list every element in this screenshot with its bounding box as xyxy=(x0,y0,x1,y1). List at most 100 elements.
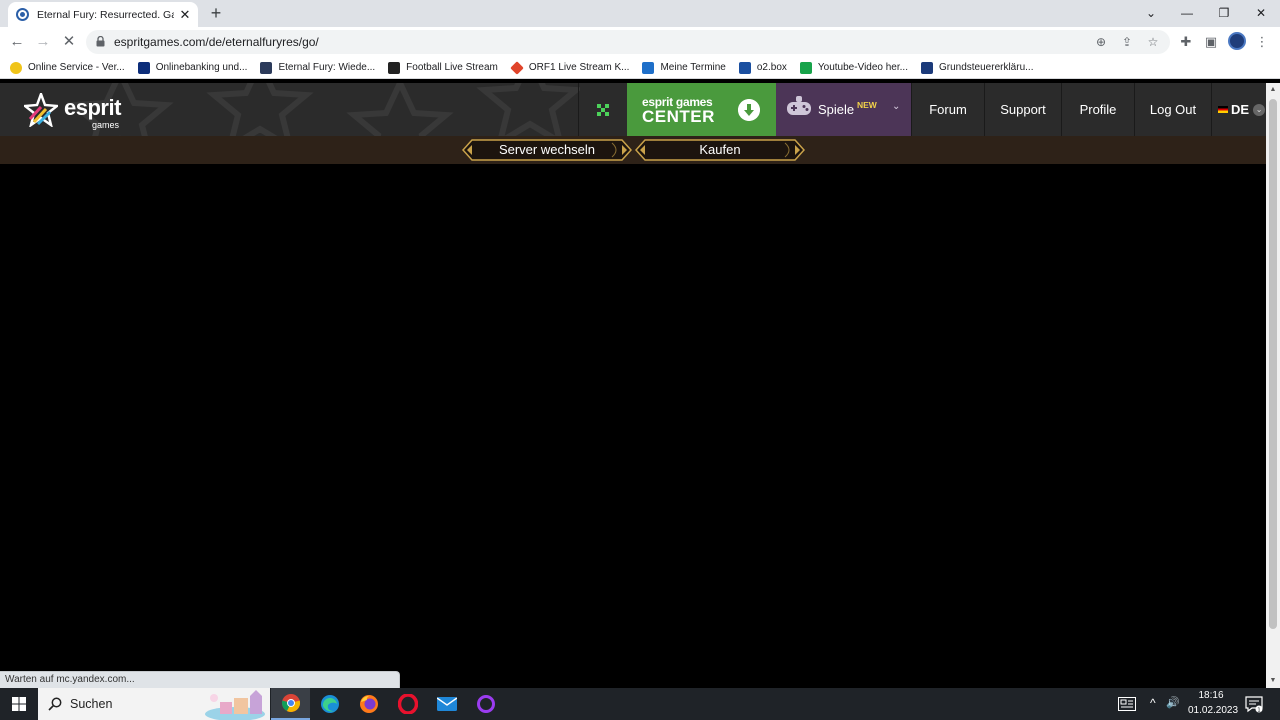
bookmark-label: o2.box xyxy=(756,62,787,73)
close-window-button[interactable]: ✕ xyxy=(1244,2,1278,24)
profile-avatar[interactable] xyxy=(1228,32,1246,50)
tab-close-icon[interactable]: ✕ xyxy=(178,7,192,23)
bookmark-star-icon[interactable]: ☆ xyxy=(1144,33,1162,51)
chevron-down-icon: ⌄ xyxy=(1253,103,1266,116)
bookmark-label: Youtube-Video her... xyxy=(817,62,908,73)
circle-app-icon xyxy=(476,695,495,713)
bookmark-label: Eternal Fury: Wiede... xyxy=(278,62,376,73)
url-text[interactable]: espritgames.com/de/eternalfuryres/go/ xyxy=(114,35,319,49)
nav-support[interactable]: Support xyxy=(984,83,1061,136)
site-header: esprit games esprit games CENTER Spiele … xyxy=(0,83,1266,136)
edge-icon xyxy=(320,695,339,713)
taskbar-search[interactable]: Suchen xyxy=(38,688,270,720)
bookmark-favicon-icon xyxy=(510,60,524,75)
fullscreen-icon xyxy=(597,103,609,116)
extensions-icon[interactable]: ✚ xyxy=(1176,32,1196,52)
chevron-down-icon: ⌄ xyxy=(892,101,901,112)
bookmarks-bar: Online Service - Ver... Onlinebanking un… xyxy=(0,57,1280,79)
taskbar-cortana[interactable] xyxy=(466,688,505,720)
maximize-button[interactable]: ❐ xyxy=(1207,2,1241,24)
german-flag-icon xyxy=(1218,106,1228,113)
bookmark-favicon-icon xyxy=(260,61,273,74)
bookmark-label: Online Service - Ver... xyxy=(28,62,125,73)
bookmark-item[interactable]: o2.box xyxy=(738,61,787,74)
tray-overflow-chevron-icon[interactable]: ^ xyxy=(1150,696,1156,710)
chrome-icon xyxy=(281,694,300,712)
fullscreen-button[interactable] xyxy=(578,83,627,136)
zoom-icon[interactable]: ⊕ xyxy=(1092,33,1110,51)
bookmark-item[interactable]: Online Service - Ver... xyxy=(10,61,125,74)
game-subbar: Server wechseln Kaufen xyxy=(0,136,1266,164)
taskbar-firefox[interactable] xyxy=(349,688,388,720)
taskbar-mail[interactable] xyxy=(427,688,466,720)
esprit-games-center-button[interactable]: esprit games CENTER xyxy=(627,83,776,136)
minimize-button[interactable]: — xyxy=(1170,2,1204,24)
download-icon xyxy=(738,99,760,121)
bookmark-favicon-icon xyxy=(738,61,751,74)
bookmark-favicon-icon xyxy=(137,61,150,74)
games-menu-button[interactable]: Spiele NEW ⌄ xyxy=(776,83,911,136)
new-tab-button[interactable]: + xyxy=(205,3,227,25)
bookmark-item[interactable]: ORF1 Live Stream K... xyxy=(510,60,629,75)
taskbar-chrome[interactable] xyxy=(271,688,310,720)
change-server-button[interactable]: Server wechseln xyxy=(462,139,632,161)
bookmark-item[interactable]: Football Live Stream xyxy=(388,61,498,74)
bookmark-item[interactable]: Meine Termine xyxy=(642,61,726,74)
new-badge: NEW xyxy=(857,100,877,110)
scrollbar-thumb[interactable] xyxy=(1269,99,1277,629)
start-button[interactable] xyxy=(0,688,38,720)
volume-icon[interactable]: 🔊 xyxy=(1166,696,1180,709)
logo-wordmark: esprit xyxy=(64,95,121,120)
search-highlight-illustration-icon xyxy=(205,690,265,720)
search-label: Suchen xyxy=(70,697,113,711)
stop-loading-button[interactable]: ✕ xyxy=(58,31,80,53)
bookmark-item[interactable]: Eternal Fury: Wiede... xyxy=(260,61,376,74)
bookmark-favicon-icon xyxy=(799,61,812,74)
scroll-up-arrow-icon[interactable]: ▲ xyxy=(1266,83,1280,97)
gamepad-icon xyxy=(787,96,811,115)
bookmark-label: Grundsteuererkläru... xyxy=(938,62,1034,73)
esprit-games-logo[interactable]: esprit games xyxy=(24,91,134,130)
site-favicon-icon xyxy=(16,8,29,21)
browser-tab-strip: Eternal Fury: Resurrected. Game | ✕ + ⌄ … xyxy=(0,0,1280,27)
browser-tab[interactable]: Eternal Fury: Resurrected. Game | ✕ xyxy=(8,2,198,27)
bookmark-item[interactable]: Onlinebanking und... xyxy=(137,61,248,74)
nav-logout[interactable]: Log Out xyxy=(1134,83,1211,136)
scroll-down-arrow-icon[interactable]: ▼ xyxy=(1266,674,1280,688)
games-menu-label: Spiele xyxy=(818,102,855,117)
language-label: DE xyxy=(1231,102,1250,117)
tab-search-button[interactable]: ⌄ xyxy=(1134,2,1168,24)
browser-menu-icon[interactable]: ⋮ xyxy=(1252,32,1272,52)
logo-subtitle: games xyxy=(92,120,120,130)
bookmark-label: Onlinebanking und... xyxy=(155,62,248,73)
clock-date[interactable]: 01.02.2023 xyxy=(1188,705,1238,716)
buy-label: Kaufen xyxy=(699,142,741,157)
keyboard-input-icon[interactable] xyxy=(1118,697,1136,711)
browser-status-bubble: Warten auf mc.yandex.com... xyxy=(0,671,400,688)
forward-button[interactable]: → xyxy=(32,31,54,53)
taskbar-edge[interactable] xyxy=(310,688,349,720)
nav-forum[interactable]: Forum xyxy=(911,83,984,136)
taskbar-opera[interactable] xyxy=(388,688,427,720)
search-icon xyxy=(48,697,62,711)
esprit-star-logo-icon xyxy=(24,93,58,127)
egc-label-bottom: CENTER xyxy=(642,107,715,126)
side-panel-icon[interactable]: ▣ xyxy=(1201,32,1221,52)
bookmark-item[interactable]: Youtube-Video her... xyxy=(799,61,908,74)
bookmark-favicon-icon xyxy=(920,61,933,74)
game-canvas[interactable] xyxy=(0,164,1266,688)
lock-icon[interactable] xyxy=(96,36,105,47)
language-selector[interactable]: DE ⌄ xyxy=(1211,83,1266,136)
nav-profile[interactable]: Profile xyxy=(1061,83,1134,136)
bookmark-item[interactable]: Grundsteuererkläru... xyxy=(920,61,1034,74)
browser-toolbar: ← → ✕ espritgames.com/de/eternalfuryres/… xyxy=(0,27,1280,57)
page-scrollbar[interactable]: ▲ ▼ xyxy=(1266,83,1280,688)
clock-time[interactable]: 18:16 xyxy=(1188,690,1234,701)
notification-center-icon[interactable]: 1 xyxy=(1245,695,1263,713)
share-icon[interactable]: ⇪ xyxy=(1118,33,1136,51)
back-button[interactable]: ← xyxy=(6,31,28,53)
address-bar[interactable]: espritgames.com/de/eternalfuryres/go/ ⊕ … xyxy=(86,30,1170,54)
buy-button[interactable]: Kaufen xyxy=(635,139,805,161)
bookmark-favicon-icon xyxy=(388,61,401,74)
bookmark-favicon-icon xyxy=(10,61,22,74)
